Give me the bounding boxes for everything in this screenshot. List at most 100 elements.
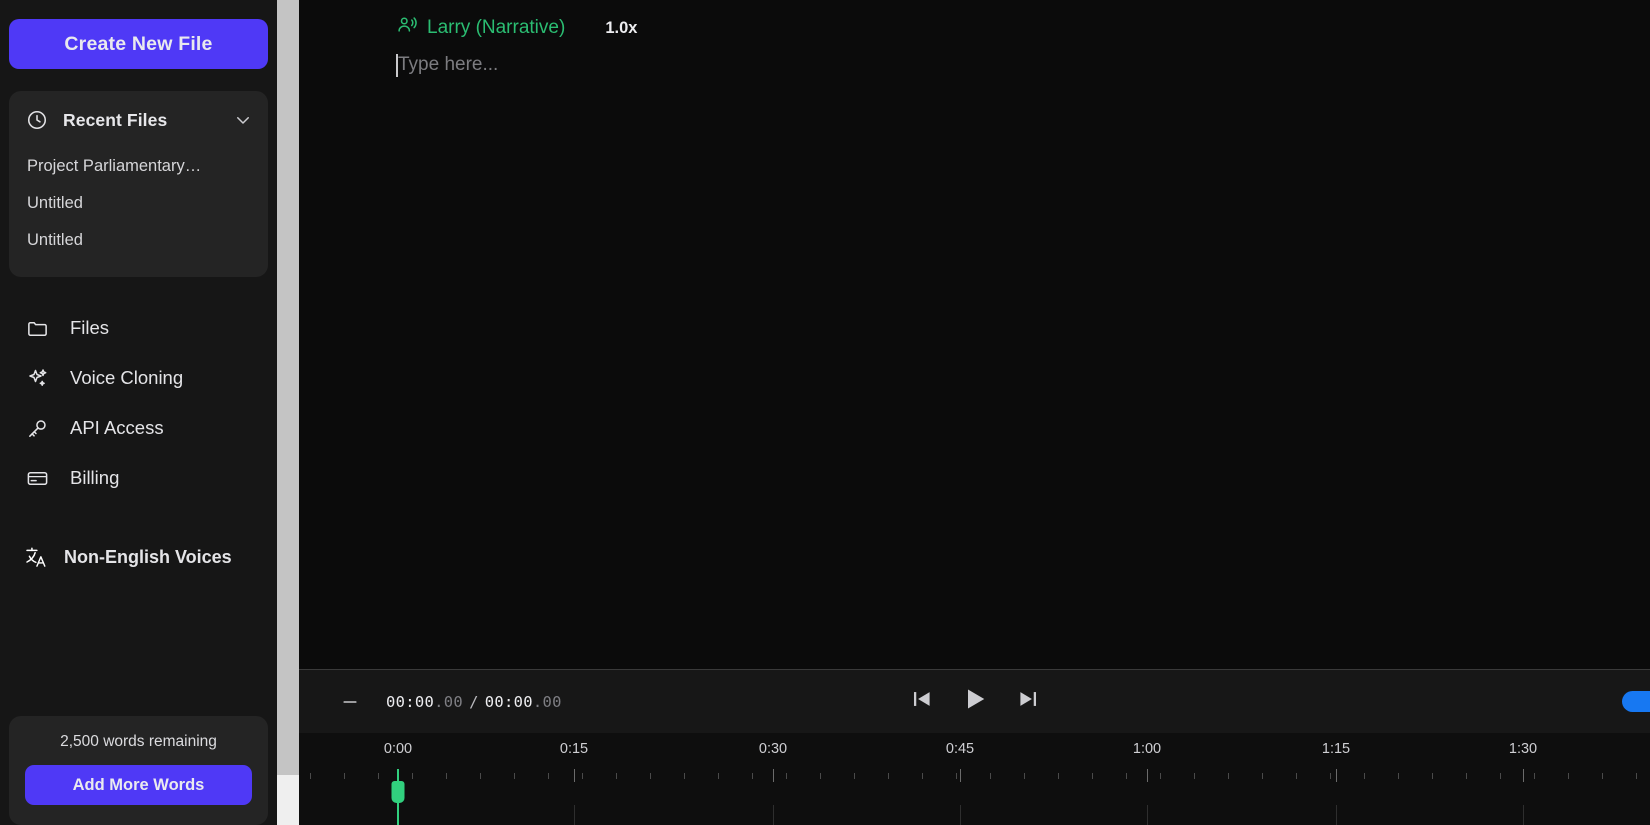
timeline-tick: [922, 773, 923, 779]
credit-card-icon: [25, 467, 50, 490]
timeline-labels: 0:000:150:300:451:001:151:30: [299, 741, 1650, 763]
timeline-gridline: [1147, 805, 1148, 825]
script-editor[interactable]: Larry (Narrative) 1.0x Type here...: [299, 0, 1650, 669]
timeline-tick-major: [574, 769, 575, 782]
skip-back-button[interactable]: [909, 686, 935, 717]
timeline-tick: [446, 773, 447, 779]
chevron-down-icon[interactable]: [234, 111, 252, 129]
sidebar-item-billing[interactable]: Billing: [9, 453, 268, 503]
timeline-tick: [1364, 773, 1365, 779]
words-remaining-text: 2,500 words remaining: [25, 733, 252, 751]
timeline-tick-major: [960, 769, 961, 782]
timeline-tick: [378, 773, 379, 779]
timeline-ticks: [299, 769, 1650, 783]
timeline-tick-major: [1523, 769, 1524, 782]
scrollbar-track[interactable]: [277, 0, 299, 825]
translate-icon: [23, 543, 48, 571]
sidebar-item-voice-cloning[interactable]: Voice Cloning: [9, 353, 268, 403]
timeline-tick: [1024, 773, 1025, 779]
timeline-label: 0:15: [560, 741, 588, 757]
voice-speaker-icon: [396, 14, 418, 42]
add-more-words-button[interactable]: Add More Words: [25, 765, 252, 805]
total-frames: .00: [533, 693, 562, 711]
sidebar-item-label: Voice Cloning: [70, 367, 183, 389]
timeline-label: 0:30: [759, 741, 787, 757]
timeline-tick: [1534, 773, 1535, 779]
main-content: Larry (Narrative) 1.0x Type here... 00:0…: [299, 0, 1650, 825]
timeline-gridline: [1523, 805, 1524, 825]
timeline-tick: [888, 773, 889, 779]
timeline-tick: [548, 773, 549, 779]
sidebar: Create New File Recent Files Project Par…: [0, 0, 277, 825]
voice-selector[interactable]: Larry (Narrative): [396, 14, 565, 42]
voice-name: Larry (Narrative): [427, 17, 565, 39]
timeline-tick: [820, 773, 821, 779]
list-item[interactable]: Project Parliamentary…: [9, 148, 268, 185]
current-time: 00:00: [386, 693, 434, 711]
script-text-row[interactable]: Type here...: [299, 52, 1650, 78]
recent-files-list: Project Parliamentary… Untitled Untitled: [9, 148, 268, 259]
timeline-tick: [650, 773, 651, 779]
timeline-ruler[interactable]: 0:000:150:300:451:001:151:30: [299, 733, 1650, 825]
recent-files-header[interactable]: Recent Files: [9, 105, 268, 135]
sidebar-item-api-access[interactable]: API Access: [9, 403, 268, 453]
timeline-label: 0:00: [384, 741, 412, 757]
timeline-tick: [1466, 773, 1467, 779]
timeline-tick: [786, 773, 787, 779]
playhead-handle[interactable]: [392, 781, 405, 803]
timeline-tick: [684, 773, 685, 779]
timeline-tick: [1330, 773, 1331, 779]
sidebar-item-label: Billing: [70, 467, 119, 489]
sparkles-icon: [25, 366, 50, 390]
sidebar-item-label: Files: [70, 317, 109, 339]
timeline-label: 1:00: [1133, 741, 1161, 757]
timeline-tick: [582, 773, 583, 779]
list-item[interactable]: Untitled: [9, 185, 268, 222]
timeline-tick: [1296, 773, 1297, 779]
scrollbar-thumb[interactable]: [277, 0, 299, 775]
play-button[interactable]: [960, 684, 990, 719]
timeline-tick: [1432, 773, 1433, 779]
create-new-file-button[interactable]: Create New File: [9, 19, 268, 69]
timeline-tick: [718, 773, 719, 779]
timeline-gridline: [1336, 805, 1337, 825]
app-root: Create New File Recent Files Project Par…: [0, 0, 1650, 825]
folder-icon: [25, 317, 50, 340]
sidebar-nav: Files Voice Cloning: [9, 303, 268, 582]
timeline-tick-major: [773, 769, 774, 782]
recent-files-card: Recent Files Project Parliamentary… Unti…: [9, 91, 268, 277]
timeline-tick: [1500, 773, 1501, 779]
sidebar-item-non-english-voices[interactable]: Non-English Voices: [9, 532, 268, 582]
timeline-gridline: [960, 805, 961, 825]
skip-forward-button[interactable]: [1015, 686, 1041, 717]
timeline-tick: [854, 773, 855, 779]
timeline-tick: [956, 773, 957, 779]
timeline-tick: [1602, 773, 1603, 779]
recent-files-title: Recent Files: [63, 110, 234, 131]
timeline-tick: [1228, 773, 1229, 779]
timeline-tick: [1160, 773, 1161, 779]
timeline-label: 1:15: [1322, 741, 1350, 757]
timeline-tick: [1398, 773, 1399, 779]
timeline-tick: [752, 773, 753, 779]
timeline-tick: [1126, 773, 1127, 779]
timeline-tick: [1058, 773, 1059, 779]
timeline-tick: [1092, 773, 1093, 779]
timeline-tick: [1262, 773, 1263, 779]
timeline-tick: [990, 773, 991, 779]
timecode-display: 00:00.00/00:00.00: [386, 693, 562, 711]
playback-speed[interactable]: 1.0x: [605, 19, 637, 38]
list-item[interactable]: Untitled: [9, 222, 268, 259]
sidebar-item-label: API Access: [70, 417, 164, 439]
timeline-tick-major: [1336, 769, 1337, 782]
timeline-tick-major: [1147, 769, 1148, 782]
minus-icon[interactable]: [339, 692, 361, 712]
sidebar-item-files[interactable]: Files: [9, 303, 268, 353]
timeline-gridline: [773, 805, 774, 825]
block-header: Larry (Narrative) 1.0x: [299, 14, 1650, 42]
timeline-tick: [1568, 773, 1569, 779]
player-toggle[interactable]: [1622, 691, 1650, 712]
timeline-label: 0:45: [946, 741, 974, 757]
timecode-separator: /: [469, 693, 479, 711]
timeline-tick: [1636, 773, 1637, 779]
